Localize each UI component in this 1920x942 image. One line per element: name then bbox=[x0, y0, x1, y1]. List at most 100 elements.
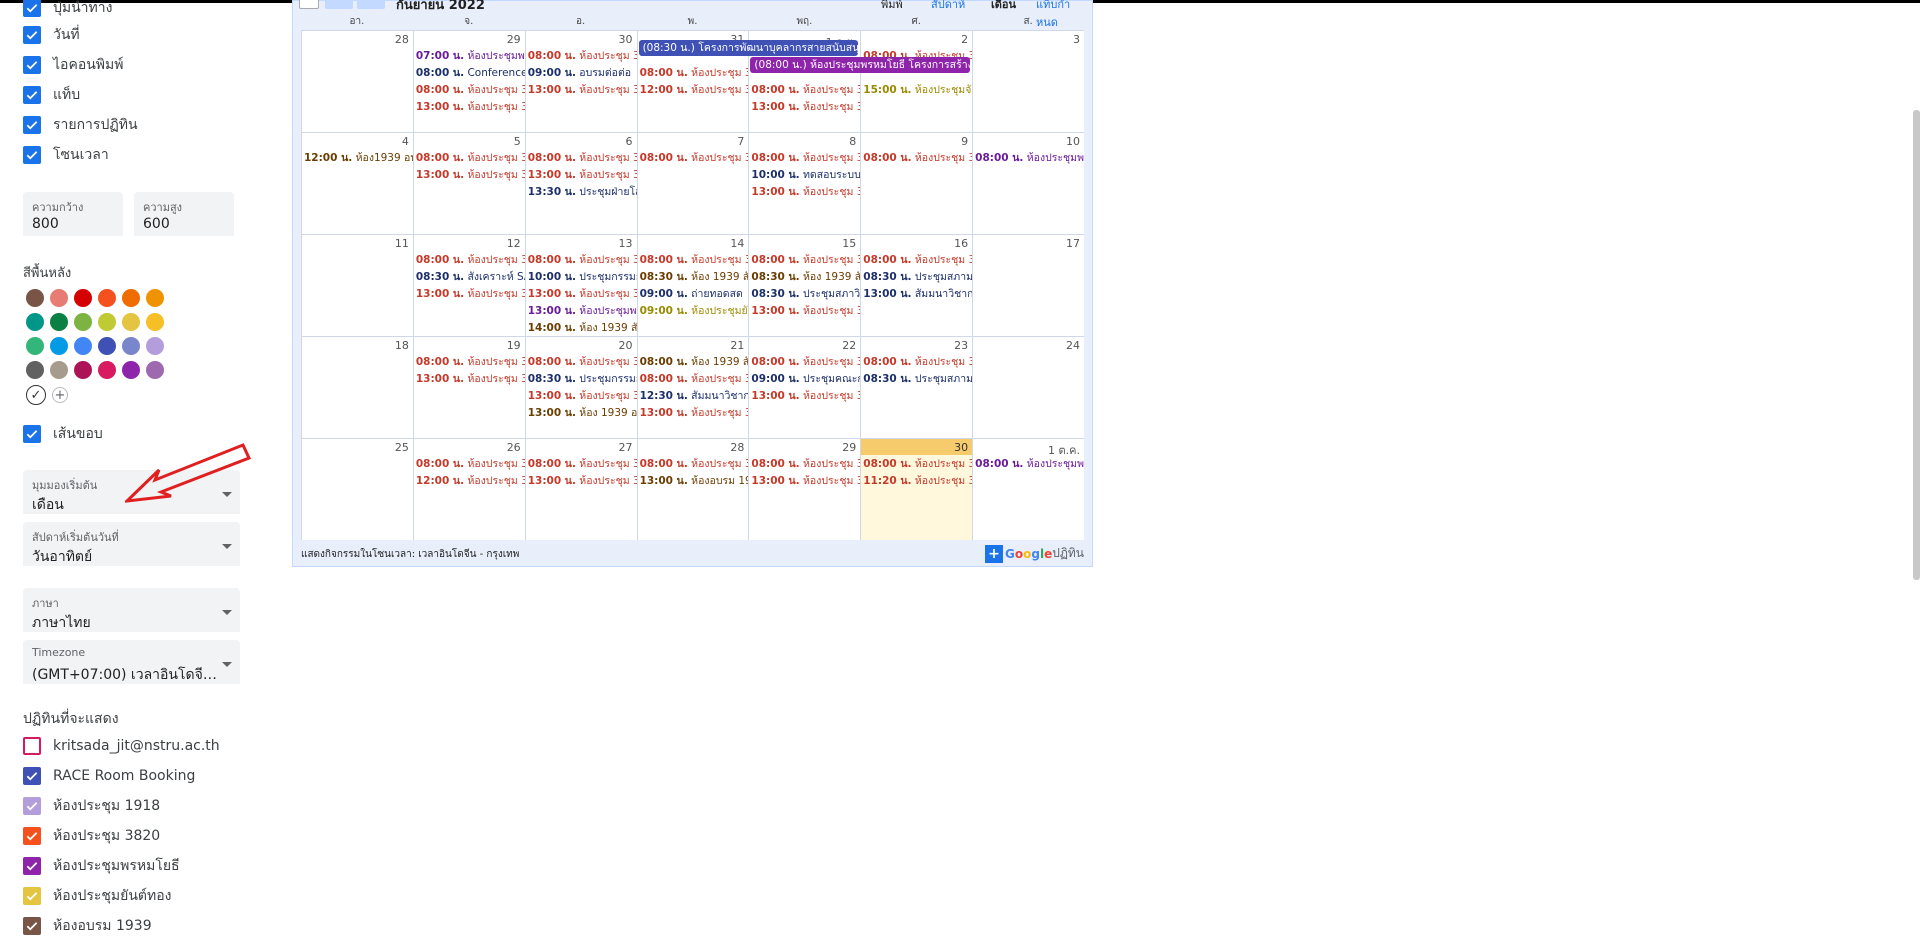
color-swatch[interactable] bbox=[26, 289, 44, 307]
day-cell[interactable]: 1908:00 น. ห้องประชุม 3813:00 น. ห้องประ… bbox=[412, 337, 525, 438]
event-chip[interactable]: 13:00 น. ห้องประชุม 38 bbox=[528, 473, 637, 489]
color-swatch[interactable] bbox=[98, 289, 116, 307]
color-swatch[interactable] bbox=[98, 313, 116, 331]
event-chip[interactable]: 10:00 น. ประชุมกรรมการ bbox=[528, 269, 637, 285]
event-chip[interactable]: 13:00 น. ห้องประชุม 38 bbox=[416, 167, 525, 183]
day-cell[interactable]: 2008:00 น. ห้องประชุม 3808:30 น. ประชุมก… bbox=[524, 337, 637, 438]
calendar-checkbox[interactable] bbox=[23, 857, 41, 875]
calendar-row[interactable]: kritsada_jit@nstru.ac.th bbox=[23, 734, 220, 758]
event-chip[interactable]: 08:30 น. ประชุมกรรมการ bbox=[528, 371, 637, 387]
event-chip[interactable]: 08:30 น. ประชุมสภาวิชา bbox=[751, 286, 860, 302]
day-cell[interactable]: 508:00 น. ห้องประชุม 3813:00 น. ห้องประช… bbox=[412, 133, 525, 234]
option-checkbox-row[interactable]: โซนเวลา bbox=[23, 143, 109, 167]
color-swatch[interactable] bbox=[50, 289, 68, 307]
day-cell[interactable]: 3 bbox=[972, 31, 1084, 132]
option-checkbox-row[interactable]: ไอคอนพิมพ์ bbox=[23, 53, 123, 77]
day-cell[interactable]: 10 08:00 น. ห้องประชุมพรหม bbox=[972, 133, 1084, 234]
checkbox[interactable] bbox=[23, 26, 41, 44]
day-cell[interactable]: 1 ต.ค.08:00 น. ห้องประชุมพรหม bbox=[972, 439, 1084, 540]
event-chip[interactable]: 13:00 น. ห้องประชุม 38 bbox=[528, 82, 637, 98]
event-chip[interactable]: 13:00 น. ห้องประชุม 38 bbox=[751, 99, 860, 115]
event-chip[interactable]: 12:00 น. ห้อง1939 อบ bbox=[304, 150, 413, 166]
event-chip[interactable]: 13:00 น. ห้องประชุม 38 bbox=[528, 167, 637, 183]
day-cell[interactable]: 11 bbox=[301, 235, 413, 336]
event-chip[interactable]: 08:00 น. ห้องประชุมพรหม bbox=[975, 456, 1084, 472]
event-chip[interactable]: 13:00 น. ห้องประชุม 38 bbox=[416, 371, 525, 387]
day-cell[interactable]: 7 08:00 น. ห้องประชุม 38 bbox=[636, 133, 749, 234]
day-cell[interactable]: 808:00 น. ห้องประชุม 3810:00 น. ทดสอบระบ… bbox=[748, 133, 860, 234]
event-chip[interactable]: 08:00 น. ห้องประชุม 38 bbox=[751, 82, 860, 98]
tab-month[interactable]: เดือน bbox=[991, 0, 1016, 13]
color-swatch[interactable] bbox=[146, 313, 164, 331]
color-swatch[interactable] bbox=[74, 337, 92, 355]
day-cell[interactable]: 25 bbox=[301, 439, 413, 540]
event-chip[interactable]: 13:00 น. ห้องอบรม 19 bbox=[640, 473, 749, 489]
event-chip[interactable]: 12:30 น. สัมมนาวิชาการ bbox=[640, 388, 749, 404]
event-chip[interactable]: 11:20 น. ห้องประชุม 38 bbox=[863, 473, 972, 489]
event-chip[interactable]: 09:00 น. ถ่ายทอดสด bbox=[640, 286, 749, 302]
day-cell[interactable]: 2708:00 น. ห้องประชุม 3813:00 น. ห้องประ… bbox=[524, 439, 637, 540]
page-scrollbar[interactable] bbox=[1913, 110, 1920, 580]
event-chip[interactable]: 08:00 น. ห้องประชุม 38 bbox=[528, 150, 637, 166]
event-chip[interactable]: 08:00 น. ห้องประชุม 38 bbox=[416, 252, 525, 268]
event-chip[interactable]: 13:30 น. ประชุมฝ่ายโสต bbox=[528, 184, 637, 200]
color-swatch[interactable] bbox=[26, 313, 44, 331]
day-cell[interactable]: 17 bbox=[972, 235, 1084, 336]
day-cell[interactable]: 1608:00 น. ห้องประชุม 3808:30 น. ประชุมส… bbox=[860, 235, 972, 336]
day-cell[interactable]: 3008:00 น. ห้องประชุม 3811:20 น. ห้องประ… bbox=[860, 439, 973, 540]
event-chip[interactable]: 08:00 น. ห้องประชุม 38 bbox=[751, 252, 860, 268]
checkbox[interactable] bbox=[23, 56, 41, 74]
color-swatch[interactable] bbox=[74, 361, 92, 379]
color-swatch[interactable] bbox=[122, 313, 140, 331]
event-chip[interactable]: 08:00 น. ห้องประชุม 38 bbox=[863, 150, 972, 166]
calendar-row[interactable]: ห้องประชุมยันต์ทอง bbox=[23, 884, 171, 908]
print-link[interactable]: พิมพ์ bbox=[881, 0, 903, 13]
width-field[interactable]: ความกว้าง 800 bbox=[23, 192, 123, 236]
event-chip[interactable]: 13:00 น. ห้องประชุม 38 bbox=[528, 286, 637, 302]
color-swatch[interactable] bbox=[26, 337, 44, 355]
check-circle-icon[interactable]: ✓ bbox=[26, 385, 46, 405]
next-month-button[interactable] bbox=[357, 0, 385, 9]
event-chip[interactable]: 08:00 น. ห้องประชุม 38 bbox=[751, 150, 860, 166]
color-swatch[interactable] bbox=[26, 361, 44, 379]
event-chip[interactable]: 09:00 น. ประชุมคณะกร bbox=[751, 371, 860, 387]
color-swatch[interactable] bbox=[122, 337, 140, 355]
calendar-row[interactable]: RACE Room Booking bbox=[23, 764, 195, 788]
day-cell[interactable]: 2908:00 น. ห้องประชุม 3813:00 น. ห้องประ… bbox=[748, 439, 860, 540]
event-chip[interactable]: 14:00 น. ห้อง 1939 สัม bbox=[528, 320, 637, 336]
event-chip[interactable]: 08:30 น. สังเคราะห์ SA bbox=[416, 269, 525, 285]
checkbox[interactable] bbox=[23, 146, 41, 164]
day-cell[interactable]: 1508:00 น. ห้องประชุม 3808:30 น. ห้อง 19… bbox=[748, 235, 860, 336]
checkbox[interactable] bbox=[23, 0, 41, 17]
calendar-checkbox[interactable] bbox=[23, 827, 41, 845]
color-swatch[interactable] bbox=[50, 313, 68, 331]
event-chip[interactable]: 15:00 น. ห้องประชุมจัดทำ bbox=[863, 82, 972, 98]
event-chip[interactable]: 08:00 น. ห้องประชุม 38 bbox=[416, 354, 525, 370]
event-chip[interactable]: 08:30 น. ห้อง 1939 สัม bbox=[751, 269, 860, 285]
day-cell[interactable]: 1208:00 น. ห้องประชุม 3808:30 น. สังเครา… bbox=[412, 235, 525, 336]
day-cell[interactable]: 3008:00 น. ห้องประชุม 3809:00 น. อบรมต่อ… bbox=[524, 31, 637, 132]
event-chip[interactable]: 08:00 น. ห้องประชุม 38 bbox=[640, 150, 749, 166]
day-cell[interactable]: 28 bbox=[301, 31, 413, 132]
day-cell[interactable]: 18 bbox=[301, 337, 413, 438]
color-swatch[interactable] bbox=[74, 313, 92, 331]
event-chip[interactable]: 09:00 น. อบรมต่อต่อ bbox=[528, 65, 637, 81]
color-swatch[interactable] bbox=[50, 361, 68, 379]
event-chip[interactable]: 08:00 น. ห้องประชุม 38 bbox=[640, 456, 749, 472]
option-checkbox-row[interactable]: วันที่ bbox=[23, 23, 80, 47]
event-chip[interactable]: 08:00 น. ห้องประชุมพรหม bbox=[975, 150, 1084, 166]
language-select[interactable]: ภาษา ภาษาไทย bbox=[23, 588, 240, 632]
day-cell[interactable]: 2907:00 น. ห้องประชุมพรหม08:00 น. Confer… bbox=[412, 31, 525, 132]
color-swatch[interactable] bbox=[122, 289, 140, 307]
event-chip[interactable]: 13:00 น. ห้อง 1939 อบ bbox=[528, 405, 637, 421]
calendar-row[interactable]: ห้องประชุม 1918 bbox=[23, 794, 160, 818]
event-chip[interactable]: 08:00 น. ห้องประชุม 38 bbox=[416, 456, 525, 472]
event-chip[interactable]: 08:00 น. ห้องประชุม 38 bbox=[528, 354, 637, 370]
day-cell[interactable]: 208:00 น. ห้องประชุม 3815:00 น. ห้องประช… bbox=[860, 31, 972, 132]
event-chip[interactable]: 13:00 น. ห้องประชุม 38 bbox=[751, 388, 860, 404]
checkbox[interactable] bbox=[23, 116, 41, 134]
prev-month-button[interactable] bbox=[325, 0, 353, 9]
day-cell[interactable]: 2108:00 น. ห้อง 1939 สัม08:00 น. ห้องประ… bbox=[636, 337, 749, 438]
event-chip[interactable]: 08:30 น. ห้อง 1939 สัม bbox=[640, 269, 749, 285]
event-chip[interactable]: 08:00 น. ห้องประชุม 38 bbox=[640, 371, 749, 387]
